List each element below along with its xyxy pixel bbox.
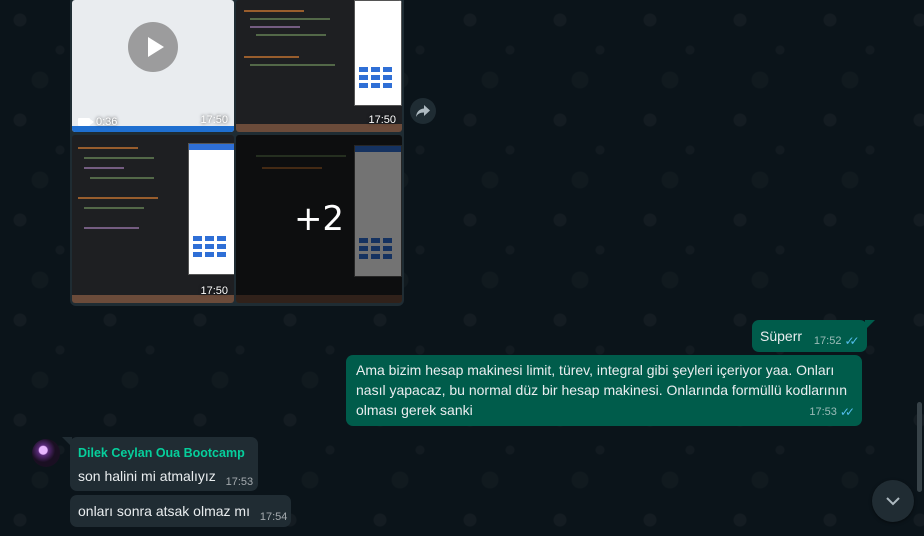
double-check-icon: ✓✓ xyxy=(844,334,859,348)
code-line xyxy=(250,26,300,28)
code-line xyxy=(244,10,304,12)
media-time: 17:50 xyxy=(200,285,228,297)
message-time: 17:53 xyxy=(225,476,254,488)
code-line xyxy=(250,18,330,20)
message-text: Ama bizim hesap makinesi limit, türev, i… xyxy=(356,362,848,418)
message-time: 17:53 xyxy=(809,406,837,418)
message-meta: 17:53 ✓✓ xyxy=(809,402,855,422)
incoming-message[interactable]: onları sonra atsak olmaz mı 17:54 xyxy=(70,495,291,527)
code-line xyxy=(84,207,144,209)
message-time: 17:54 xyxy=(259,511,288,523)
video-duration: 0:36 xyxy=(96,116,118,128)
more-media-count: +2 xyxy=(293,199,345,239)
outgoing-message[interactable]: Süperr 17:52 ✓✓ xyxy=(752,320,875,352)
double-check-icon: ✓✓ xyxy=(839,405,855,419)
chevron-down-icon xyxy=(886,497,900,506)
code-line xyxy=(84,227,139,229)
message-time: 17:52 xyxy=(813,335,842,347)
scrollbar-thumb[interactable] xyxy=(917,402,922,492)
bubble-tail xyxy=(864,320,875,330)
emulator-screen xyxy=(354,0,402,106)
code-line xyxy=(90,177,154,179)
code-line xyxy=(78,147,138,149)
code-line xyxy=(84,167,124,169)
message-text: son halini mi atmalıyız xyxy=(78,468,216,484)
emulator-keypad xyxy=(359,67,392,88)
code-line xyxy=(84,157,154,159)
outgoing-message[interactable]: Ama bizim hesap makinesi limit, türev, i… xyxy=(346,355,862,426)
emulator-keypad xyxy=(193,236,226,257)
play-icon[interactable] xyxy=(128,22,178,72)
media-album[interactable]: 0:36 17:50 17:50 17:50 +2 xyxy=(70,0,404,306)
bubble-tail xyxy=(62,437,72,447)
message-text: onları sonra atsak olmaz mı xyxy=(78,503,250,519)
code-line xyxy=(256,34,326,36)
more-media-thumbnail[interactable]: +2 xyxy=(236,135,402,303)
forward-icon xyxy=(416,105,430,117)
video-thumbnail[interactable]: 0:36 17:50 xyxy=(72,0,234,132)
image-thumbnail[interactable]: 17:50 xyxy=(72,135,234,303)
sender-name[interactable]: Dilek Ceylan Oua Bootcamp xyxy=(78,443,250,463)
message-text: Süperr xyxy=(760,328,803,344)
emulator-screen xyxy=(188,143,234,275)
scroll-down-button[interactable] xyxy=(872,480,914,522)
avatar[interactable] xyxy=(32,439,60,467)
code-line xyxy=(250,64,335,66)
message-meta: 17:52 ✓✓ xyxy=(813,331,860,351)
image-thumbnail[interactable]: 17:50 xyxy=(236,0,402,132)
video-camera-icon xyxy=(78,118,94,126)
media-time: 17:50 xyxy=(200,114,228,126)
code-line xyxy=(244,56,299,58)
code-line xyxy=(78,197,158,199)
media-time: 17:50 xyxy=(368,114,396,126)
forward-button[interactable] xyxy=(410,98,436,124)
incoming-message[interactable]: Dilek Ceylan Oua Bootcamp son halini mi … xyxy=(62,437,258,491)
